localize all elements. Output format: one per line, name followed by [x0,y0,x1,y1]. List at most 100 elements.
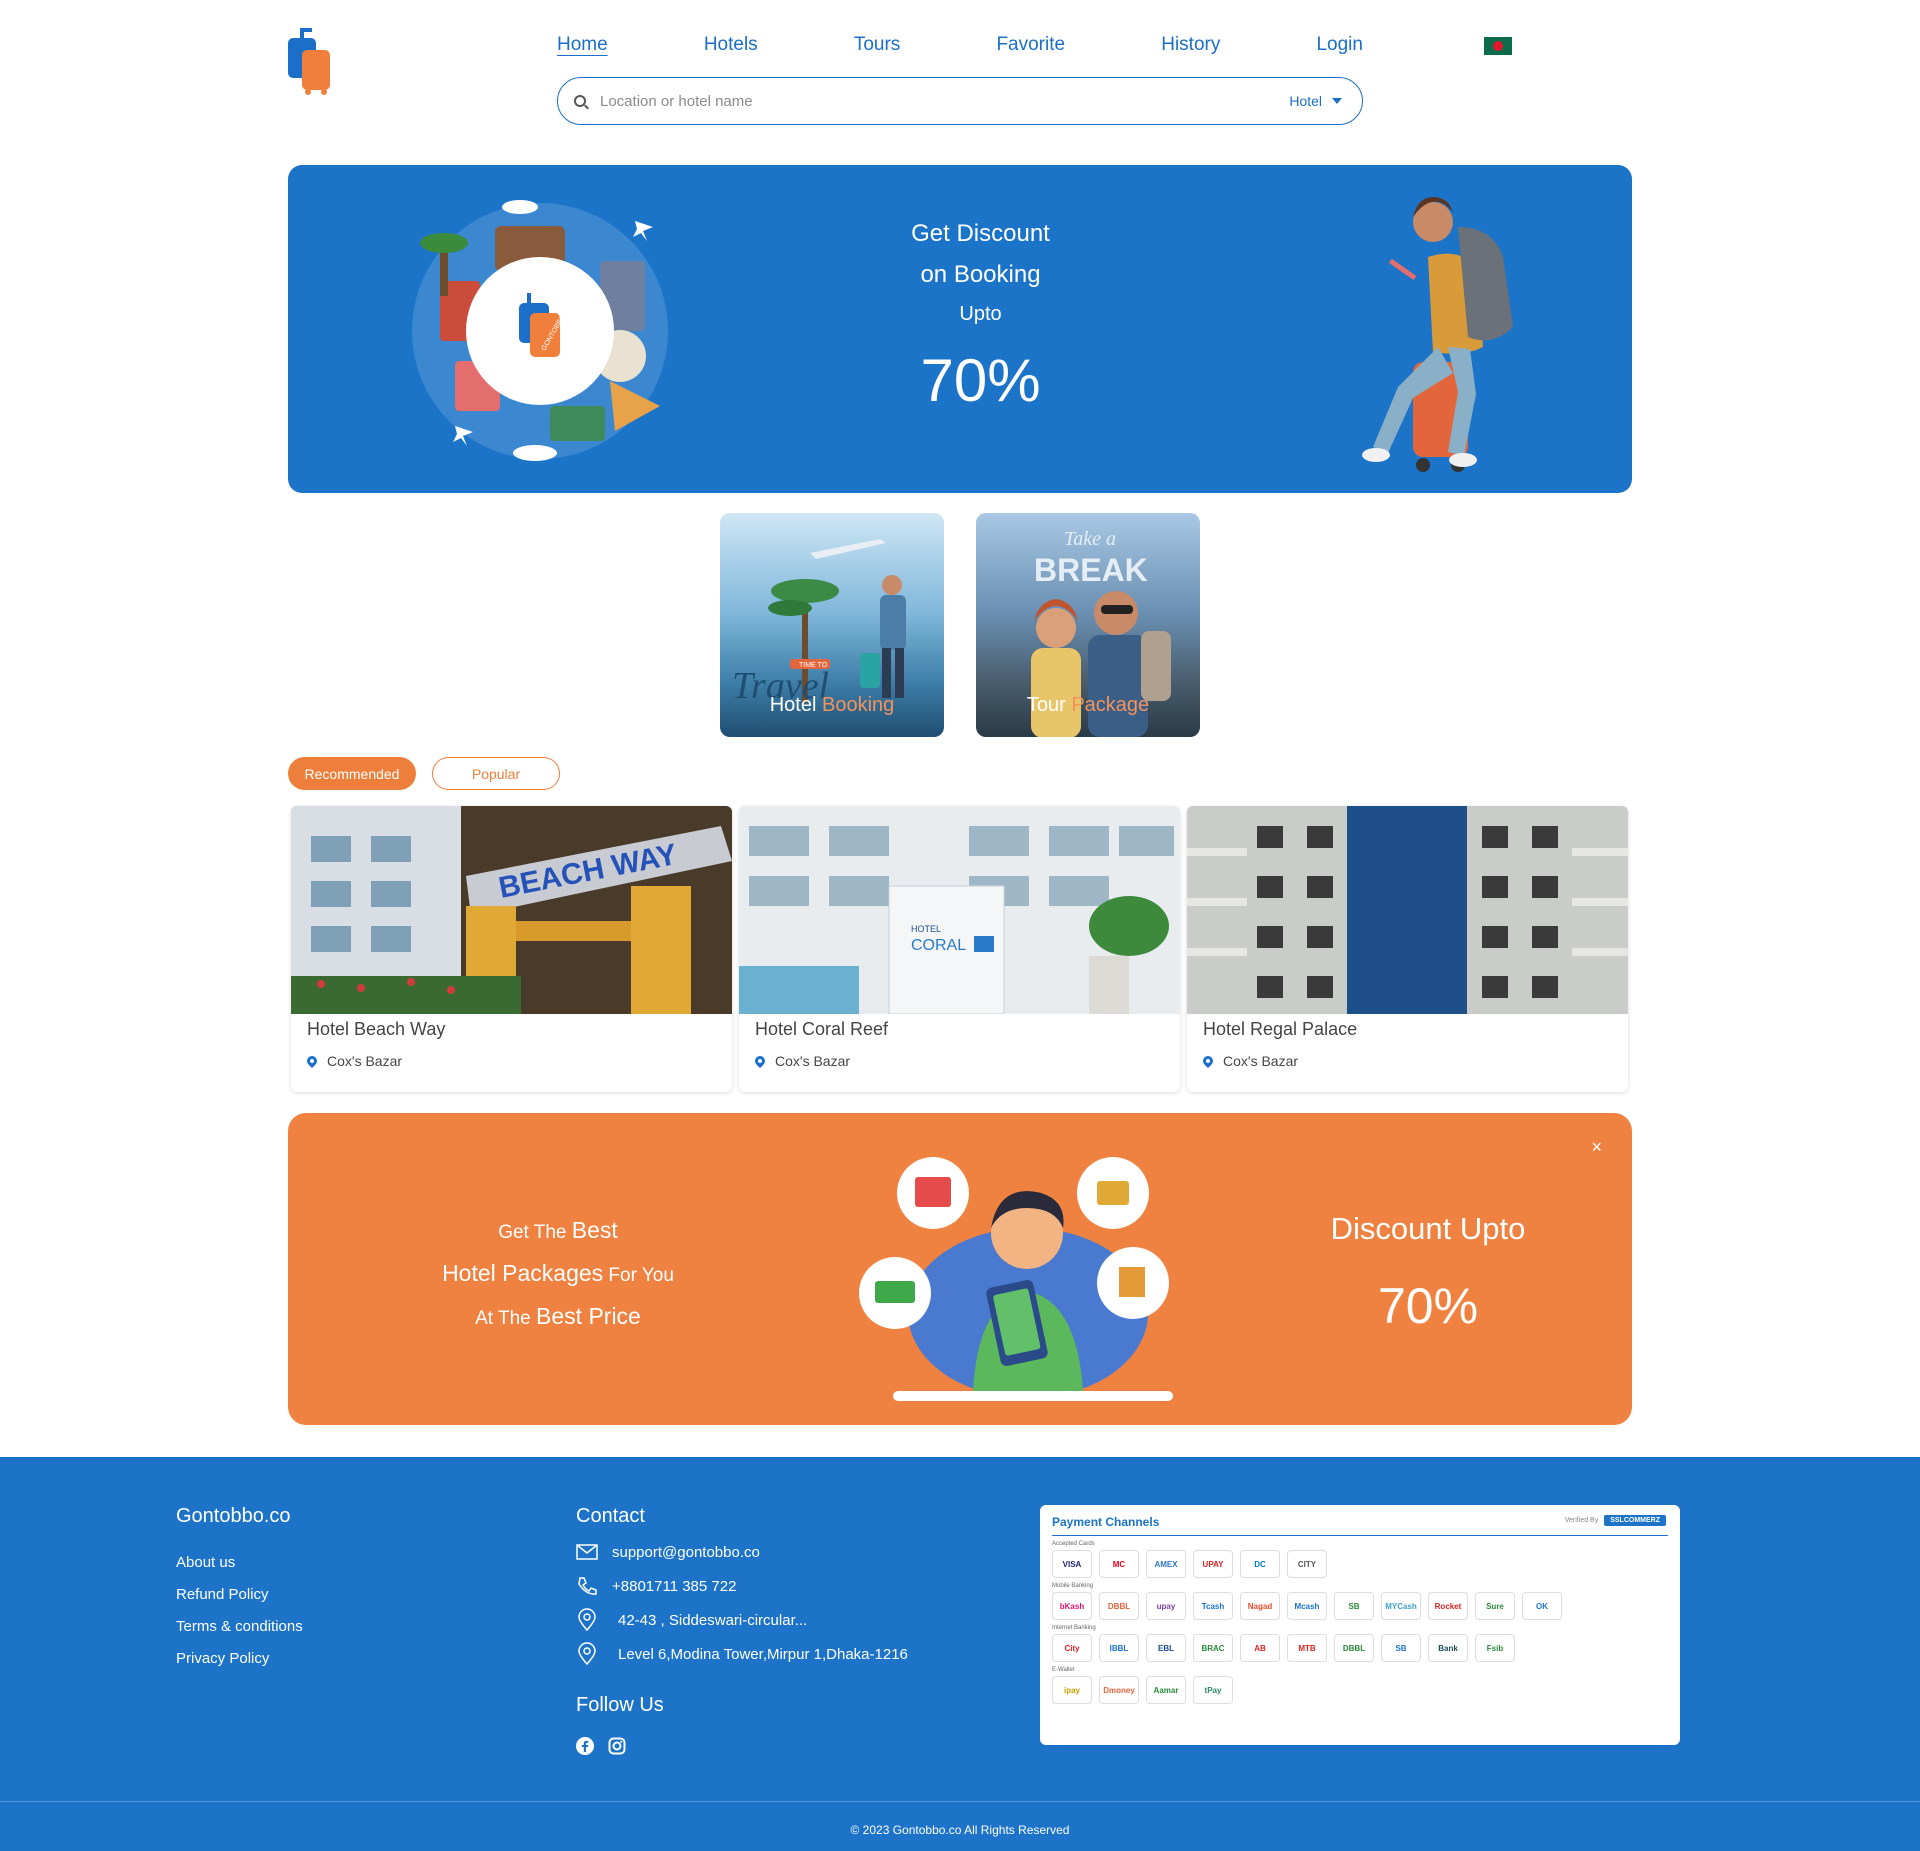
search-icon [574,95,586,107]
mail-icon [576,1544,598,1560]
main-nav: Home Hotels Tours Favorite History Login [557,34,1363,56]
hotel-location: Cox's Bazar [304,1053,402,1069]
close-icon[interactable]: × [1591,1137,1602,1158]
footer-link-about[interactable]: About us [176,1554,303,1571]
bank-logo: BRAC [1193,1634,1233,1662]
bank-logo: SB [1334,1592,1374,1620]
internet-banking-logos: City IBBL EBL BRAC AB MTB DBBL SB Bank F… [1052,1634,1668,1662]
follow-us-title: Follow Us [576,1694,664,1716]
unionpay-logo: UPAY [1193,1550,1233,1578]
hotel-booking-word-1: Hotel [769,694,817,716]
hotel-location-text: Cox's Bazar [775,1053,851,1069]
hotel-booking-label: Hotel Booking [720,694,944,717]
nav-history[interactable]: History [1161,34,1220,56]
facebook-icon[interactable] [576,1737,594,1755]
coral-reef-sign: CORAL [911,937,966,954]
promo-discount-percent: 70% [1377,1278,1479,1334]
hero-line-1: Get Discount [911,220,1050,247]
search-input[interactable] [600,92,1290,110]
tab-recommended[interactable]: Recommended [288,757,416,790]
footer-email[interactable]: support@gontobbo.co [576,1542,996,1562]
hero-text: Get Discount on Booking Upto 70% [848,213,1113,415]
hotel-card-coral-reef[interactable]: HOTEL CORAL Hotel Coral Reef Cox's Bazar [739,806,1180,1092]
hotel-image: HOTEL CORAL [739,806,1180,1014]
footer-address-2: Level 6,Modina Tower,Mirpur 1,Dhaka-1216 [576,1642,996,1666]
hotel-name: Hotel Beach Way [307,1019,446,1039]
hotel-name: Hotel Coral Reef [755,1019,889,1039]
hotel-card-regal-palace[interactable]: Hotel Regal Palace Cox's Bazar [1187,806,1628,1092]
bank-logo: Fsib [1475,1634,1515,1662]
bank-logo: Bank [1428,1634,1468,1662]
footer-brand-column: Gontobbo.co About us Refund Policy Terms… [176,1505,303,1682]
category-tour-package[interactable]: Take a BREAK Tour Package [976,513,1200,737]
hotel-image [1187,806,1628,1014]
tour-art-small-text: Take a [1064,528,1116,550]
nav-hotels[interactable]: Hotels [704,34,758,56]
section-label: Internet Banking [1052,1625,1096,1631]
location-pin-icon [304,1053,320,1069]
amex-logo: AMEX [1146,1550,1186,1578]
tab-popular[interactable]: Popular [432,757,560,790]
footer-link-terms[interactable]: Terms & conditions [176,1618,303,1635]
bank-logo: upay [1146,1592,1186,1620]
bank-logo: City [1052,1634,1092,1662]
nav-home[interactable]: Home [557,34,608,56]
bank-logo: Sure [1475,1592,1515,1620]
footer-link-refund[interactable]: Refund Policy [176,1586,303,1603]
location-icon [578,1608,596,1632]
diners-logo: DC [1240,1550,1280,1578]
tour-package-word-1: Tour [1026,694,1066,716]
city-logo: CITY [1287,1550,1327,1578]
discount-hero-banner[interactable]: GONTOBBO Get Discount on Booking Upto 70… [288,165,1632,493]
category-hotel-booking[interactable]: TIME TO Travel Hotel Booking [720,513,944,737]
nav-tours[interactable]: Tours [854,34,900,56]
bank-logo: AB [1240,1634,1280,1662]
visa-logo: VISA [1052,1550,1092,1578]
travel-globe-illustration: GONTOBBO [412,200,668,461]
search-type-select[interactable]: Hotel [1289,93,1342,109]
bank-logo: Tcash [1193,1592,1233,1620]
search-bar: Hotel [557,77,1363,125]
card-logos: VISA MC AMEX UPAY DC CITY [1052,1550,1668,1578]
ewallet-logos: ipay Dmoney Aamar tPay [1052,1676,1668,1704]
promo-discount: Discount Upto 70% [1328,1211,1528,1335]
wallet-logo: Aamar [1146,1676,1186,1704]
hotel-card-beach-way[interactable]: BEACH WAY Hotel Beach Way Cox's Bazar [291,806,732,1092]
wallet-logo: tPay [1193,1676,1233,1704]
promo-line-1: Get The Best [498,1217,618,1243]
instagram-icon[interactable] [608,1737,626,1755]
footer-divider [0,1801,1920,1802]
bank-logo: DBBL [1099,1592,1139,1620]
search-type-value: Hotel [1289,93,1322,109]
nav-login[interactable]: Login [1316,34,1363,56]
hotel-name: Hotel Regal Palace [1203,1019,1358,1039]
footer-link-privacy[interactable]: Privacy Policy [176,1650,303,1667]
bank-logo: Mcash [1287,1592,1327,1620]
section-label: Accepted Cards [1052,1541,1095,1547]
bank-logo: SB [1381,1634,1421,1662]
payment-channels-panel: Payment Channels Verified By SSLCOMMERZ A… [1040,1505,1680,1745]
social-links [576,1737,996,1755]
bank-logo: IBBL [1099,1634,1139,1662]
language-flag-bangladesh-icon[interactable] [1484,37,1512,55]
hotel-location: Cox's Bazar [752,1053,851,1069]
traveler-illustration [1362,197,1513,472]
bank-logo: DBBL [1334,1634,1374,1662]
hotel-packages-promo-banner[interactable]: × Get The Best Hotel Packages For You At… [288,1113,1632,1425]
bank-logo: MYCash [1381,1592,1421,1620]
divider [1052,1535,1668,1536]
verified-by: Verified By SSLCOMMERZ [1565,1515,1666,1526]
footer-phone[interactable]: +8801711 385 722 [576,1576,996,1596]
tour-package-word-2: Package [1071,694,1150,716]
hero-percent: 70% [920,347,1041,414]
gontobbo-logo[interactable] [288,28,332,96]
nav-favorite[interactable]: Favorite [996,34,1065,56]
site-footer: Gontobbo.co About us Refund Policy Terms… [0,1457,1920,1851]
section-label: E-Wallet [1052,1667,1075,1673]
phone-icon [578,1577,597,1595]
section-label: Mobile Banking [1052,1583,1094,1589]
wallet-logo: Dmoney [1099,1676,1139,1704]
hotel-location: Cox's Bazar [1200,1053,1298,1069]
promo-text: Get The Best Hotel Packages For You At T… [408,1210,708,1339]
wallet-logo: ipay [1052,1676,1092,1704]
